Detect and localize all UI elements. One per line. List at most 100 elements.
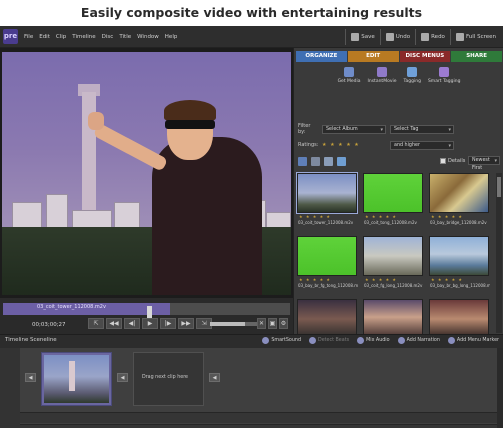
task-get-media[interactable]: Get Media <box>338 64 361 92</box>
media-grid: ★ ★ ★ ★ ★ 03_coit_tower_112008.m2v ★ ★ ★ ★… <box>296 172 493 339</box>
clip-thumbnail[interactable] <box>296 172 358 214</box>
media-scrollbar[interactable] <box>496 173 502 333</box>
transport-button[interactable]: ◀◀ <box>106 318 122 329</box>
details-checkbox[interactable] <box>440 158 446 164</box>
media-clip[interactable]: ★ ★ ★ ★ ★ 03_coit_tower_112008.m2v <box>296 172 358 225</box>
scene-clip[interactable] <box>41 352 112 406</box>
button-icon <box>447 337 455 344</box>
clip-thumbnail[interactable] <box>363 236 423 276</box>
transport-button[interactable]: ▶▶ <box>178 318 194 329</box>
button-icon <box>397 337 405 344</box>
clip-name: 03_coit_tong_112008.m2v <box>364 220 417 225</box>
scene-thumbnail <box>44 355 109 403</box>
speaker-icon[interactable]: ◀ <box>209 373 220 382</box>
mix-audio-button[interactable]: Mix Audio <box>357 337 390 344</box>
clip-thumbnail[interactable] <box>363 299 423 339</box>
button-icon <box>309 337 316 344</box>
media-clip[interactable]: ★ ★ ★ ★ ★ 03_coit_tong_112008.m2v <box>363 173 423 225</box>
details-toggle[interactable]: Details <box>440 158 465 164</box>
menu-window[interactable]: Window <box>137 34 159 40</box>
menu-file[interactable]: File <box>24 34 33 40</box>
clip-bar[interactable]: 03_coit_tower_112008.m2v <box>3 303 290 322</box>
timeline-header: Timeline Sceneline SmartSound Detect Beat… <box>0 334 503 348</box>
menu-edit[interactable]: Edit <box>39 34 50 40</box>
sort-dropdown[interactable]: Newest First <box>468 156 500 171</box>
undo-button[interactable]: Undo <box>379 29 415 45</box>
transport-button[interactable]: ⇱ <box>88 318 104 329</box>
tab-sceneline[interactable]: Sceneline <box>30 337 57 343</box>
add-narration-button[interactable]: Add Narration <box>397 337 440 344</box>
drop-slot[interactable]: Drag next clip here <box>133 352 204 406</box>
add-menu-marker-button[interactable]: Add Menu Marker <box>447 337 499 344</box>
task-icon <box>439 67 450 77</box>
volume-slider[interactable] <box>210 322 260 326</box>
tab-timeline[interactable]: Timeline <box>5 337 28 343</box>
smartsound-button[interactable]: SmartSound <box>262 337 301 344</box>
menu-disc[interactable]: Disc <box>102 34 114 40</box>
task-icon <box>407 67 418 77</box>
full-screen-button[interactable]: Full Screen <box>449 29 501 45</box>
monitor-tool-button[interactable]: ⚙ <box>279 318 288 329</box>
task-instantmovie[interactable]: InstantMovie <box>368 64 397 92</box>
clip-thumbnail[interactable] <box>429 173 489 213</box>
media-clip[interactable]: ★ ★ ★ ★ ★ 03_bay_bridge_112008.m2v <box>429 173 489 225</box>
media-clip[interactable]: ★ ★ ★ ★ ★ 03_bay_br_fg_tong_112008.m2v <box>297 236 358 288</box>
view-row: Details Newest First <box>298 156 500 171</box>
narration-track[interactable] <box>20 424 501 428</box>
clip-thumbnail[interactable] <box>429 236 489 276</box>
tab-disc-menus[interactable]: DISC MENUS <box>399 51 451 62</box>
menu-help[interactable]: Help <box>165 34 178 40</box>
album-dropdown[interactable]: Select Album <box>322 124 386 134</box>
save-button[interactable]: Save <box>345 29 380 45</box>
monitor-tool-button[interactable]: ✕ <box>257 318 266 329</box>
clip-thumbnail[interactable] <box>429 299 489 339</box>
transport-button[interactable]: |▶ <box>160 318 176 329</box>
tab-share[interactable]: SHARE <box>451 51 502 62</box>
scroll-thumb[interactable] <box>497 177 501 197</box>
clip-name: 03_coit_fg_long_112008.m2v <box>364 283 423 288</box>
media-clip[interactable]: ★ ★ ★ ★ ★ 03_coit_fg_long_112008.m2v <box>363 236 423 288</box>
clip-rating[interactable]: ★ ★ ★ ★ ★ <box>365 277 397 282</box>
task-tagging[interactable]: Tagging <box>404 64 421 92</box>
clip-rating[interactable]: ★ ★ ★ ★ ★ <box>431 277 463 282</box>
monitor-tool-button[interactable]: ▣ <box>268 318 277 329</box>
project-filter-icon[interactable] <box>337 157 346 166</box>
video-preview[interactable] <box>2 52 291 295</box>
speaker-icon[interactable]: ◀ <box>25 373 36 382</box>
redo-button[interactable]: Redo <box>415 29 450 45</box>
media-clip[interactable]: ★ ★ ★ ★ ★ 03_bay_br_bg_long_112008.m2v <box>429 236 490 288</box>
clip-rating[interactable]: ★ ★ ★ ★ ★ <box>365 214 397 219</box>
menu-clip[interactable]: Clip <box>56 34 66 40</box>
transport-button[interactable]: ▶ <box>142 318 158 329</box>
tag-dropdown[interactable]: Select Tag <box>390 124 454 134</box>
tab-organize[interactable]: ORGANIZE <box>296 51 347 62</box>
clip-name: 03_bay_br_bg_long_112008.m2v <box>430 283 490 288</box>
organize-tasks: Get Media InstantMovie Tagging Smart Taggin… <box>294 64 503 92</box>
audio-filter-icon[interactable] <box>311 157 320 166</box>
image-filter-icon[interactable] <box>324 157 333 166</box>
clip-rating[interactable]: ★ ★ ★ ★ ★ <box>299 214 331 219</box>
clip-rating[interactable]: ★ ★ ★ ★ ★ <box>299 277 331 282</box>
rating-stars[interactable]: ★ ★ ★ ★ ★ <box>322 142 386 148</box>
button-label: Detect Beats <box>318 338 350 343</box>
menu-title[interactable]: Title <box>119 34 131 40</box>
speaker-icon[interactable]: ◀ <box>117 373 128 382</box>
clip-thumbnail[interactable] <box>297 299 357 339</box>
menu-timeline[interactable]: Timeline <box>72 34 95 40</box>
transport-button[interactable]: ◀| <box>124 318 140 329</box>
tab-edit[interactable]: EDIT <box>347 51 399 62</box>
video-filter-icon[interactable] <box>298 157 307 166</box>
task-smart-tagging[interactable]: Smart Tagging <box>428 64 460 92</box>
menu-bar: pre File Edit Clip Timeline Disc Title Window H… <box>0 26 503 48</box>
track-gutter <box>0 348 20 428</box>
button-label: Mix Audio <box>366 338 390 343</box>
rating-mode-dropdown[interactable]: and higher <box>390 140 454 150</box>
detect-beats-button: Detect Beats <box>309 337 349 344</box>
save-icon <box>351 33 360 41</box>
clip-thumbnail[interactable] <box>363 173 423 213</box>
audio-track[interactable] <box>20 412 501 423</box>
timeline-scrollbar[interactable] <box>497 348 503 428</box>
task-label: Get Media <box>337 79 361 84</box>
clip-rating[interactable]: ★ ★ ★ ★ ★ <box>431 214 463 219</box>
clip-thumbnail[interactable] <box>297 236 357 276</box>
